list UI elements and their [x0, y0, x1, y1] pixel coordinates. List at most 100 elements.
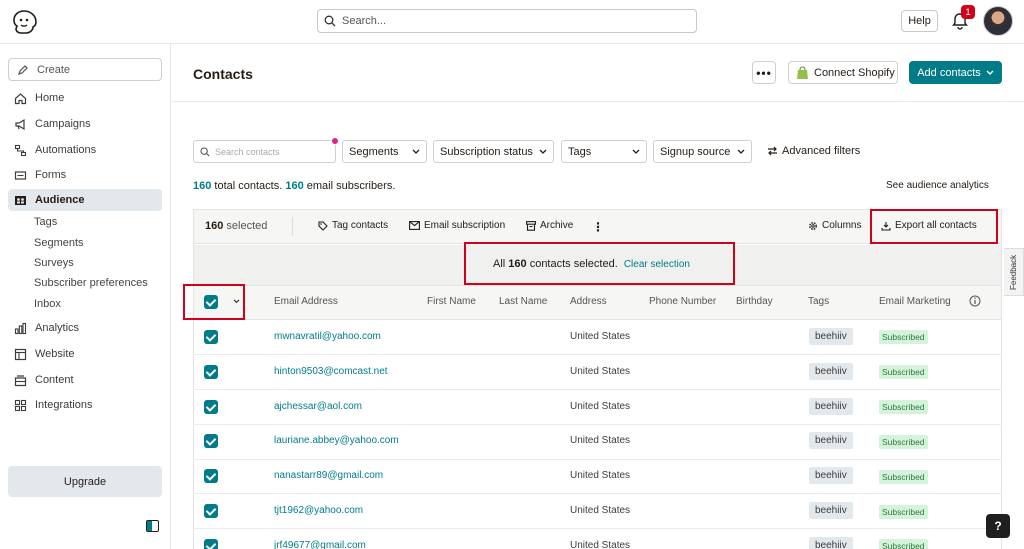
- sidebar-item-label: Automations: [35, 144, 97, 156]
- sidebar-item-label: Forms: [35, 169, 67, 181]
- subscription-status-select[interactable]: Subscription status: [433, 140, 554, 163]
- top-bar: Search... Help 1: [0, 0, 1024, 44]
- column-header-email-marketing[interactable]: Email Marketing: [879, 296, 951, 307]
- advanced-filters-button[interactable]: Advanced filters: [767, 145, 860, 157]
- more-options-button[interactable]: •••: [752, 61, 776, 84]
- audience-icon: [15, 195, 26, 205]
- see-audience-analytics-link[interactable]: See audience analytics: [886, 180, 989, 191]
- row-checkbox[interactable]: [204, 434, 218, 448]
- column-header-birthday[interactable]: Birthday: [736, 296, 773, 307]
- column-header-last-name[interactable]: Last Name: [499, 296, 547, 307]
- mailchimp-logo-icon[interactable]: [10, 8, 38, 36]
- create-button[interactable]: Create: [8, 58, 162, 81]
- flow-icon: [14, 144, 27, 156]
- contact-address: United States: [570, 435, 631, 446]
- column-header-address[interactable]: Address: [570, 296, 607, 307]
- chevron-down-icon: [412, 149, 420, 154]
- sidebar-item-home[interactable]: Home: [8, 87, 162, 109]
- highlight-box-export: [870, 209, 998, 244]
- highlight-box-select-all: [183, 284, 245, 320]
- chevron-down-icon: [632, 149, 640, 154]
- contact-tag-badge[interactable]: beehiiv: [809, 328, 853, 345]
- contact-email-link[interactable]: hinton9503@comcast.net: [274, 366, 388, 377]
- contact-email-link[interactable]: mwnavratil@yahoo.com: [274, 331, 381, 342]
- columns-button[interactable]: Columns: [808, 220, 861, 231]
- column-header-first-name[interactable]: First Name: [427, 296, 476, 307]
- selected-count: 160 selected: [205, 220, 267, 232]
- sidebar-item-automations[interactable]: Automations: [8, 139, 162, 161]
- contact-tag-badge[interactable]: beehiiv: [809, 537, 853, 549]
- segments-select[interactable]: Segments: [342, 140, 427, 163]
- envelope-icon: [409, 221, 420, 230]
- contact-tag-badge[interactable]: beehiiv: [809, 432, 853, 449]
- tags-select[interactable]: Tags: [561, 140, 647, 163]
- upgrade-button[interactable]: Upgrade: [8, 466, 162, 497]
- sidebar-item-label: Audience: [35, 194, 85, 206]
- sidebar-subitem-subscriber-preferences[interactable]: Subscriber preferences: [34, 277, 148, 289]
- tag-contacts-button[interactable]: Tag contacts: [318, 220, 388, 231]
- gear-icon: [809, 221, 817, 230]
- sidebar-item-integrations[interactable]: Integrations: [8, 394, 162, 416]
- column-header-phone[interactable]: Phone Number: [649, 296, 716, 307]
- row-checkbox[interactable]: [204, 365, 218, 379]
- add-contacts-button[interactable]: Add contacts: [909, 61, 1002, 84]
- status-badge: Subscribed: [879, 539, 928, 549]
- sidebar-item-analytics[interactable]: Analytics: [8, 317, 162, 339]
- help-button[interactable]: Help: [901, 10, 938, 32]
- row-checkbox[interactable]: [204, 330, 218, 344]
- contact-email-link[interactable]: lauriane.abbey@yahoo.com: [274, 435, 399, 446]
- search-icon: [200, 146, 210, 157]
- chevron-down-icon: [737, 149, 745, 154]
- sidebar-item-forms[interactable]: Forms: [8, 164, 162, 186]
- megaphone-icon: [15, 118, 25, 130]
- row-checkbox[interactable]: [204, 469, 218, 483]
- sidebar-item-content[interactable]: Content: [8, 369, 162, 391]
- search-contacts-input[interactable]: Search contacts: [193, 140, 336, 163]
- contacts-summary: 160 total contacts. 160 email subscriber…: [193, 180, 395, 192]
- select-label: Tags: [568, 145, 592, 158]
- column-header-email[interactable]: Email Address: [274, 296, 338, 307]
- sidebar-item-label: Content: [35, 374, 74, 386]
- collapse-sidebar-icon[interactable]: [146, 520, 159, 532]
- info-icon[interactable]: [969, 295, 981, 307]
- help-float-button[interactable]: ?: [986, 514, 1010, 538]
- contact-email-link[interactable]: jrf49677@gmail.com: [274, 540, 366, 549]
- toolbar-divider: [292, 217, 293, 236]
- sidebar-subitem-inbox[interactable]: Inbox: [34, 298, 61, 310]
- email-subscription-button[interactable]: Email subscription: [409, 220, 505, 231]
- contact-email-link[interactable]: tjt1962@yahoo.com: [274, 505, 363, 516]
- connect-shopify-button[interactable]: Connect Shopify: [788, 61, 898, 84]
- sidebar-item-website[interactable]: Website: [8, 343, 162, 365]
- row-checkbox[interactable]: [204, 504, 218, 518]
- signup-source-select[interactable]: Signup source: [653, 140, 752, 163]
- sidebar-subitem-segments[interactable]: Segments: [34, 237, 84, 249]
- add-contacts-label: Add contacts: [917, 66, 981, 79]
- search-contacts-placeholder: Search contacts: [215, 146, 280, 157]
- row-checkbox[interactable]: [204, 400, 218, 414]
- contact-email-link[interactable]: nanastarr89@gmail.com: [274, 470, 383, 481]
- more-actions-icon[interactable]: ⋮: [592, 220, 604, 234]
- sidebar-subitem-surveys[interactable]: Surveys: [34, 257, 74, 269]
- sidebar-item-campaigns[interactable]: Campaigns: [8, 113, 162, 135]
- column-header-tags[interactable]: Tags: [808, 296, 829, 307]
- sidebar-item-label: Website: [35, 348, 75, 360]
- archive-button[interactable]: Archive: [526, 220, 573, 231]
- contact-tag-badge[interactable]: beehiiv: [809, 363, 853, 380]
- contact-email-link[interactable]: ajchessar@aol.com: [274, 401, 362, 412]
- contact-tag-badge[interactable]: beehiiv: [809, 398, 853, 415]
- highlight-box-banner: [464, 242, 735, 285]
- sidebar-subitem-tags[interactable]: Tags: [34, 216, 57, 228]
- contact-tag-badge[interactable]: beehiiv: [809, 467, 853, 484]
- sidebar-item-label: Integrations: [35, 399, 93, 411]
- contact-address: United States: [570, 505, 631, 516]
- sidebar-item-audience[interactable]: Audience: [8, 189, 162, 211]
- feedback-tab[interactable]: Feedback: [1004, 248, 1024, 296]
- pencil-icon: [18, 64, 28, 75]
- global-search-input[interactable]: Search...: [317, 9, 697, 33]
- row-checkbox[interactable]: [204, 539, 218, 549]
- status-badge: Subscribed: [879, 435, 928, 449]
- tag-contacts-label: Tag contacts: [332, 220, 389, 231]
- content-icon: [14, 374, 27, 386]
- avatar[interactable]: [983, 6, 1013, 36]
- contact-tag-badge[interactable]: beehiiv: [809, 502, 853, 519]
